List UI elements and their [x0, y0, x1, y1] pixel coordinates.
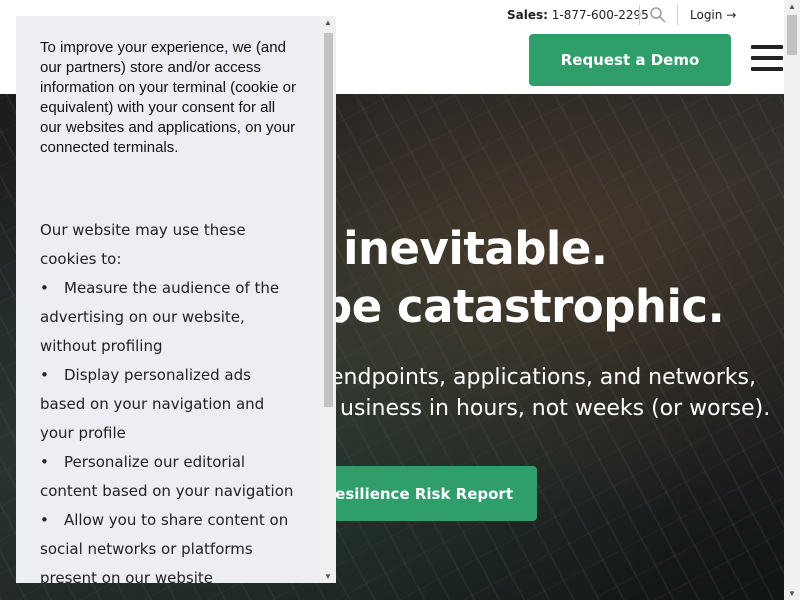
scroll-down-icon[interactable]: ▼ — [788, 589, 796, 598]
hamburger-menu-icon[interactable] — [751, 45, 783, 71]
sales-contact[interactable]: Sales: 1-877-600-2295 — [507, 8, 649, 22]
page-scroll-thumb[interactable] — [787, 15, 797, 55]
login-link[interactable]: Login → — [690, 8, 736, 22]
scroll-down-icon[interactable]: ▼ — [324, 572, 332, 581]
cookie-uses-section: Our website may use these cookies to: Me… — [40, 216, 300, 583]
sales-label: Sales: — [507, 8, 548, 22]
cookie-scroll-thumb[interactable] — [324, 33, 333, 407]
list-item: Display personalized ads based on your n… — [40, 361, 300, 448]
sales-phone[interactable]: 1-877-600-2295 — [552, 8, 649, 22]
divider — [639, 5, 640, 25]
cookie-consent-panel: To improve your experience, we (and our … — [16, 16, 336, 583]
list-item: Allow you to share content on social net… — [40, 506, 300, 583]
scroll-up-icon[interactable]: ▲ — [324, 18, 332, 27]
list-item: Personalize our editorial content based … — [40, 448, 300, 506]
cookie-content: To improve your experience, we (and our … — [40, 38, 300, 583]
request-demo-button[interactable]: Request a Demo — [529, 34, 731, 86]
cookie-intro-text: To improve your experience, we (and our … — [40, 39, 296, 156]
search-icon[interactable] — [649, 6, 667, 24]
cookie-uses-list: Measure the audience of the advertising … — [40, 274, 300, 583]
cookie-uses-heading: Our website may use these cookies to: — [40, 221, 246, 268]
divider — [677, 5, 678, 25]
scroll-up-icon[interactable]: ▲ — [788, 2, 796, 11]
list-item: Measure the audience of the advertising … — [40, 274, 300, 361]
cookie-panel-scrollbar[interactable]: ▲ ▼ — [320, 16, 336, 583]
page-scrollbar[interactable]: ▲ ▼ — [784, 0, 800, 600]
